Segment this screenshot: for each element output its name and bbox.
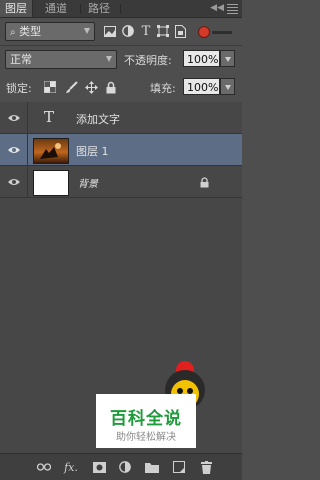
layer-thumbnail [33, 138, 69, 164]
eye-icon [7, 178, 20, 185]
divider [0, 45, 242, 46]
new-group-icon[interactable] [145, 460, 159, 474]
eye-icon [7, 146, 20, 153]
tab-channels[interactable]: 通道 [40, 0, 72, 17]
blend-mode-value: 正常 [10, 53, 32, 66]
filter-toggle[interactable] [198, 24, 234, 38]
adjustment-layer-icon[interactable] [118, 460, 132, 474]
delete-layer-icon[interactable] [199, 460, 213, 474]
filter-row: ⌕ 类型 T [0, 22, 242, 44]
panel-menu-icon[interactable] [227, 2, 238, 14]
filter-kind-label: 类型 [19, 25, 42, 38]
lock-image-pixels-icon[interactable] [64, 80, 78, 94]
new-layer-icon[interactable] [172, 460, 186, 474]
panel-tab-strip: 图层 通道 路径 ◀◀ [0, 0, 242, 18]
blend-row: 正常 不透明度: 100% [0, 50, 242, 72]
lock-label: 锁定: [6, 82, 32, 95]
lock-position-icon[interactable] [84, 80, 98, 94]
chevron-down-icon [225, 85, 231, 90]
visibility-toggle[interactable] [0, 166, 28, 197]
chevron-down-icon [84, 28, 90, 34]
tab-paths[interactable]: 路径 [83, 0, 115, 17]
layer-name[interactable]: 背景 [78, 175, 98, 190]
filter-type-icon[interactable]: T [139, 24, 153, 39]
search-icon: ⌕ [10, 27, 16, 38]
visibility-toggle[interactable] [0, 102, 28, 133]
opacity-dropdown[interactable] [220, 50, 235, 67]
filter-smart-object-icon[interactable] [173, 24, 187, 38]
visibility-toggle[interactable] [0, 134, 28, 165]
opacity-input[interactable]: 100% [183, 50, 220, 67]
add-mask-icon[interactable] [92, 460, 106, 474]
tab-layers[interactable]: 图层 [0, 0, 33, 17]
layer-name[interactable]: 添加文字 [76, 111, 120, 127]
fx-icon[interactable]: fx. [64, 460, 78, 474]
lock-icon [197, 175, 211, 189]
lock-row: 锁定: 填充: 100% [0, 78, 242, 100]
lock-transparent-pixels-icon[interactable] [43, 80, 57, 94]
layer-row[interactable]: T 添加文字 [0, 102, 242, 134]
watermark-badge: 百科全说 助你轻松解决 [96, 394, 196, 448]
chevron-down-icon [106, 56, 112, 62]
layers-bottom-bar: fx. [0, 453, 242, 480]
eye-icon [7, 114, 20, 121]
tab-divider [80, 4, 81, 14]
layer-thumbnail [33, 170, 69, 196]
tab-divider [120, 4, 121, 14]
layer-name[interactable]: 图层 1 [76, 143, 109, 159]
filter-shape-icon[interactable] [156, 24, 170, 38]
filter-kind-value: ⌕ 类型 [10, 23, 41, 41]
fill-input[interactable]: 100% [183, 78, 220, 95]
layer-row[interactable]: 背景 [0, 166, 242, 198]
type-layer-icon: T [44, 108, 55, 126]
link-layers-icon[interactable] [37, 460, 51, 474]
blend-mode-select[interactable]: 正常 [5, 50, 117, 69]
chevron-down-icon [225, 57, 231, 62]
watermark-subtitle: 助你轻松解决 [116, 432, 176, 443]
filter-kind-select[interactable]: ⌕ 类型 [5, 22, 95, 41]
fill-dropdown[interactable] [220, 78, 235, 95]
layer-row-selected[interactable]: 图层 1 [0, 134, 242, 166]
filter-pixel-icon[interactable] [103, 24, 117, 38]
filter-adjustment-icon[interactable] [121, 24, 135, 38]
fill-label: 填充: [150, 82, 176, 95]
lock-all-icon[interactable] [104, 80, 118, 94]
collapse-panel-icon[interactable]: ◀◀ [210, 3, 224, 13]
opacity-label: 不透明度: [124, 54, 172, 67]
watermark-title: 百科全说 [110, 409, 182, 429]
